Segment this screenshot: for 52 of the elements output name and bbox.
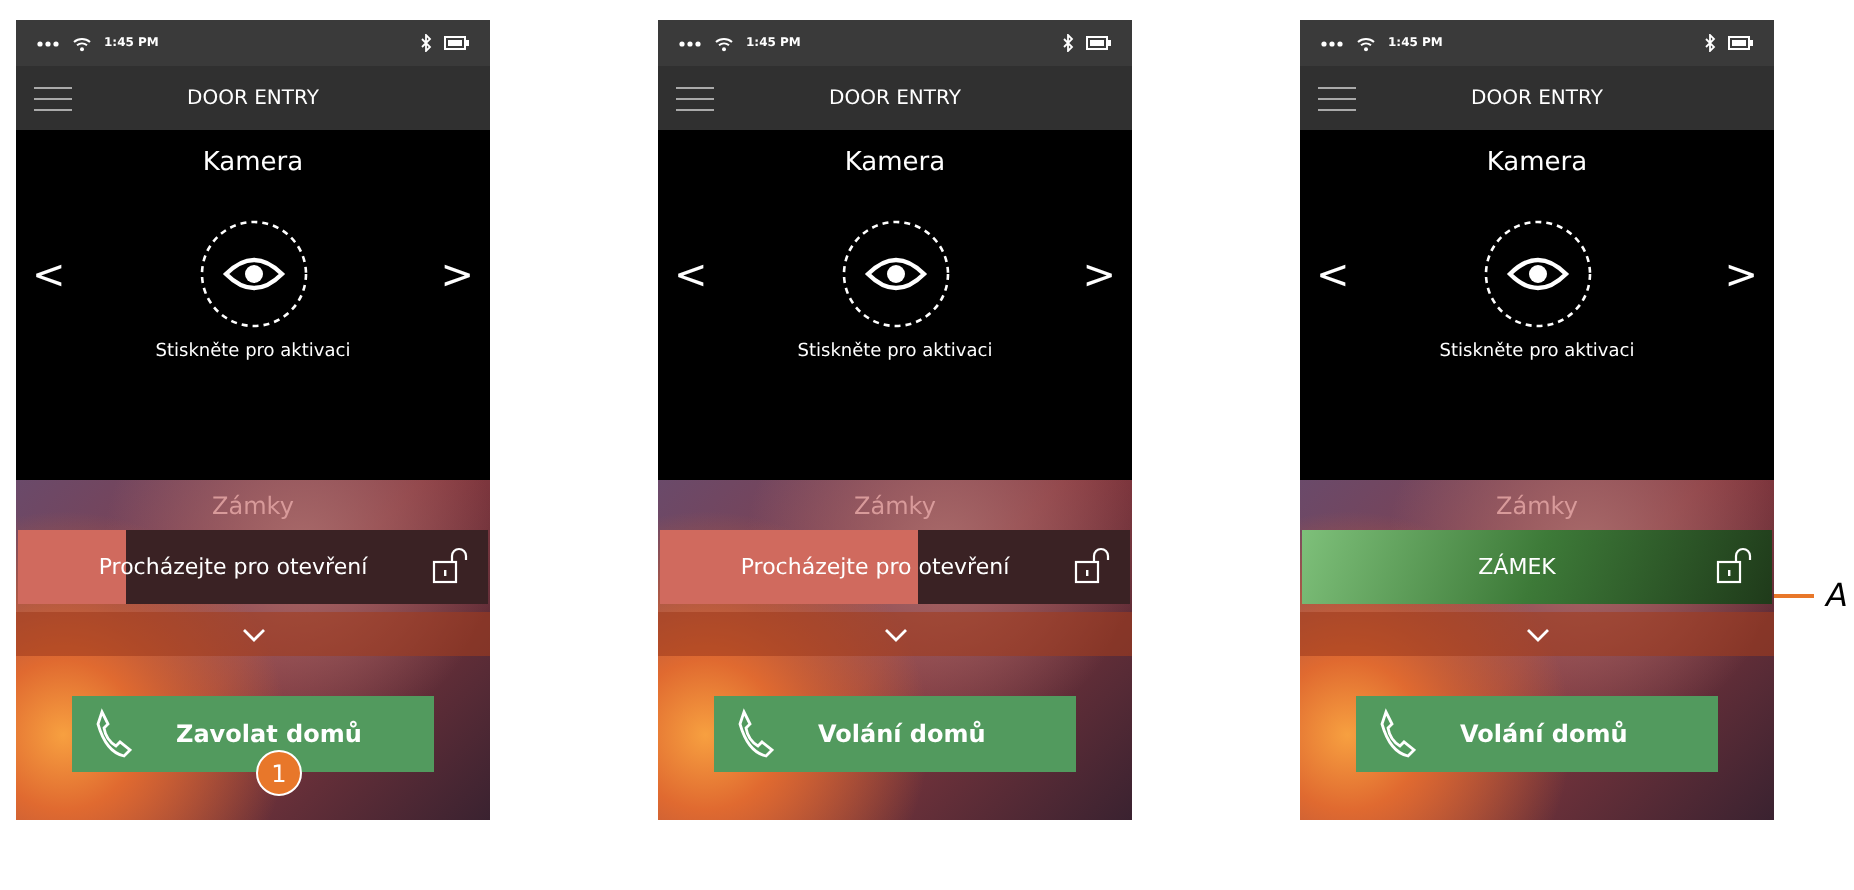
phone-handset-icon [734, 708, 774, 760]
next-camera-button[interactable]: > [1066, 250, 1132, 298]
chevron-down-icon[interactable] [883, 627, 907, 641]
locks-heading: Zámky [210, 490, 296, 524]
battery-icon [1086, 36, 1112, 50]
chevron-down-icon[interactable] [1525, 627, 1549, 641]
open-lock-icon [1074, 546, 1110, 586]
locks-heading: Zámky [1494, 490, 1580, 524]
previous-camera-button[interactable]: < [1300, 250, 1366, 298]
eye-icon[interactable] [839, 218, 951, 330]
previous-camera-button[interactable]: < [16, 250, 82, 298]
phone-handset-icon [92, 708, 132, 760]
menu-icon[interactable] [34, 85, 72, 111]
chevron-down-icon[interactable] [241, 627, 265, 641]
slider-label: Procházejte pro otevření [740, 554, 1010, 580]
unlock-slider[interactable]: Procházejte pro otevření [660, 530, 1130, 604]
camera-label: Kamera [844, 148, 946, 178]
open-lock-icon [432, 546, 468, 586]
slider-label: ZÁMEK [1478, 554, 1556, 580]
camera-label: Kamera [1486, 148, 1588, 178]
eye-icon[interactable] [1481, 218, 1593, 330]
leader-line [1774, 593, 1814, 597]
battery-icon [444, 36, 470, 50]
battery-icon [1728, 36, 1754, 50]
phone-handset-icon [1376, 708, 1416, 760]
wifi-icon [72, 35, 92, 51]
camera-label: Kamera [202, 148, 304, 178]
next-camera-button[interactable]: > [424, 250, 490, 298]
screen-title: DOOR ENTRY [1471, 87, 1603, 109]
screen-title: DOOR ENTRY [829, 87, 961, 109]
activation-hint: Stiskněte pro aktivaci [155, 342, 351, 362]
eye-icon[interactable] [197, 218, 309, 330]
bluetooth-icon [420, 34, 432, 52]
menu-icon[interactable] [1318, 85, 1356, 111]
locks-heading: Zámky [852, 490, 938, 524]
wifi-icon [714, 35, 734, 51]
screen-title: DOOR ENTRY [187, 87, 319, 109]
signal-dots-icon [678, 39, 702, 47]
wifi-icon [1356, 35, 1376, 51]
unlock-slider[interactable]: ZÁMEK [1302, 530, 1772, 604]
menu-icon[interactable] [676, 85, 714, 111]
signal-dots-icon [1320, 39, 1344, 47]
activation-hint: Stiskněte pro aktivaci [797, 342, 993, 362]
next-camera-button[interactable]: > [1708, 250, 1774, 298]
open-lock-icon [1716, 546, 1752, 586]
step-number-badge: 1 [256, 750, 302, 796]
bluetooth-icon [1062, 34, 1074, 52]
signal-dots-icon [36, 39, 60, 47]
previous-camera-button[interactable]: < [658, 250, 724, 298]
bluetooth-icon [1704, 34, 1716, 52]
activation-hint: Stiskněte pro aktivaci [1439, 342, 1635, 362]
callout-label: A [1826, 576, 1848, 614]
